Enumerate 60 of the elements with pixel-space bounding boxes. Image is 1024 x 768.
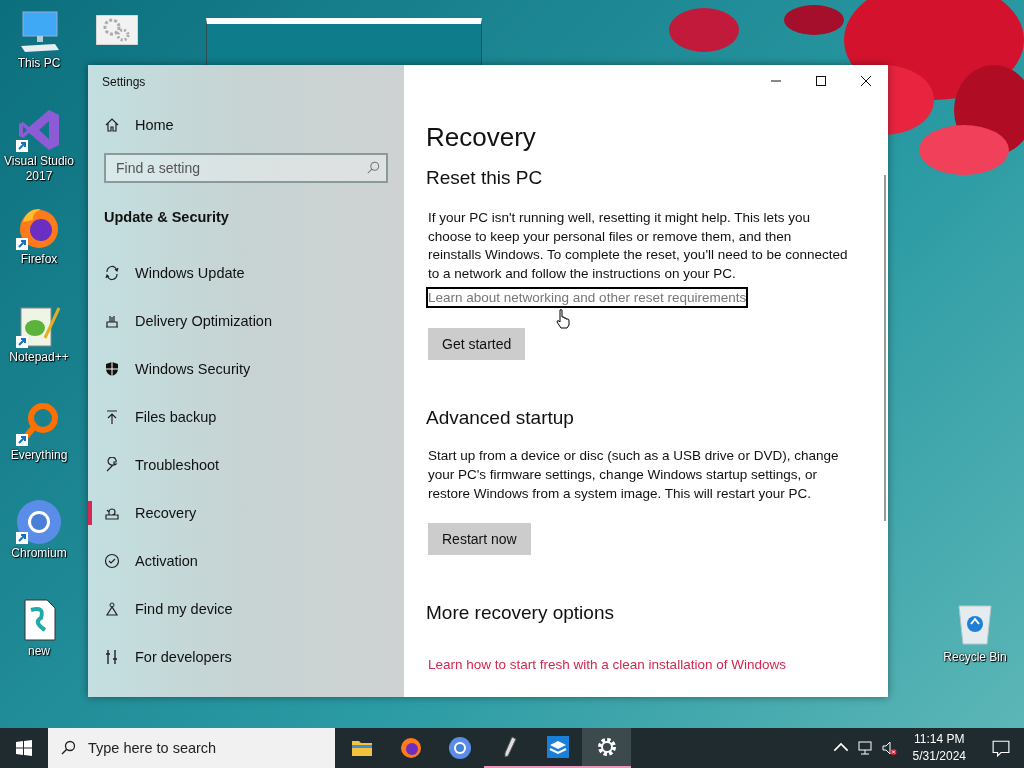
- scrollbar[interactable]: [884, 175, 886, 521]
- network-icon[interactable]: [856, 740, 873, 756]
- nav-item[interactable]: Find my device: [88, 585, 388, 633]
- link[interactable]: Learn how to start fresh with a clean installation of Windows: [428, 656, 786, 674]
- clock-time[interactable]: 11:14 PM: [914, 731, 965, 748]
- nav-item[interactable]: Windows Update: [88, 249, 388, 297]
- cube-icon: [545, 735, 570, 759]
- section-heading: Reset this PC: [426, 167, 543, 189]
- hand-cursor-icon: [556, 309, 570, 329]
- section-heading: Advanced startup: [426, 407, 574, 430]
- search-icon: [60, 740, 76, 756]
- nav-item[interactable]: For developers: [88, 633, 388, 681]
- icon-label: Notepad++: [9, 350, 69, 365]
- person-icon: [104, 601, 120, 617]
- wrench-icon: [104, 457, 120, 473]
- home-icon: [104, 117, 120, 133]
- recovery-icon: [104, 505, 120, 521]
- nav-item[interactable]: Activation: [88, 537, 388, 585]
- icon-label: This PC: [17, 56, 61, 71]
- icon-label: Visual Studio 2017: [3, 154, 75, 184]
- sync-icon: [104, 265, 120, 281]
- close-icon[interactable]: [860, 75, 872, 87]
- chromium-icon[interactable]: [15, 498, 63, 546]
- windows-logo-icon[interactable]: [16, 740, 32, 756]
- description-text: If your PC isn't running well, resetting it might help. This lets you choose to keep your personal files or remove them, and then reinstalls Windows. To complete the reset, you'll need to be connected to a network and follow the instructions on your PC.: [428, 209, 848, 283]
- fox-globe-icon: [398, 736, 423, 760]
- shield-icon: [104, 361, 120, 377]
- maximize-icon[interactable]: [815, 75, 827, 87]
- taskbar-button[interactable]: [582, 728, 631, 768]
- link[interactable]: Learn about networking and other reset requirements: [426, 287, 749, 309]
- icon-label: new: [28, 644, 50, 659]
- check-icon: [104, 553, 120, 569]
- page-title: Recovery: [426, 122, 537, 153]
- delivery-icon: [104, 313, 120, 329]
- icon-label: Chromium: [11, 546, 67, 561]
- clock-date[interactable]: 5/31/2024: [912, 748, 966, 765]
- action-button[interactable]: Get started: [428, 328, 526, 361]
- search-field[interactable]: Type here to search: [48, 728, 335, 768]
- notification-icon[interactable]: [992, 739, 1010, 757]
- tools-icon: [104, 649, 120, 665]
- nav-item[interactable]: Windows Security: [88, 345, 388, 393]
- description-text: Start up from a device or disc (such as a USB drive or DVD), change your PC's firmware settings, change Windows startup settings, or restore Windows from a system image. This will restart your PC.: [428, 447, 840, 503]
- nav-item[interactable]: Files backup: [88, 393, 388, 441]
- action-button[interactable]: Restart now: [428, 523, 531, 556]
- icon-label: Everything: [10, 448, 68, 463]
- nav-item[interactable]: Delivery Optimization: [88, 297, 388, 345]
- nav-item[interactable]: Troubleshoot: [88, 441, 388, 489]
- nav-item[interactable]: Recovery: [88, 489, 388, 537]
- section-heading: More recovery options: [426, 602, 614, 625]
- section-heading: Update & Security: [104, 209, 230, 225]
- icon-label: Firefox: [20, 252, 58, 267]
- search-icon: [366, 161, 380, 175]
- muted-speaker-icon[interactable]: [880, 740, 897, 756]
- upload-icon: [104, 409, 120, 425]
- home-link[interactable]: Home: [104, 105, 388, 145]
- window-title: Settings: [102, 75, 147, 89]
- search-field[interactable]: Find a setting: [104, 153, 388, 183]
- icon-label: Recycle Bin: [943, 650, 1007, 665]
- chromium-icon: [447, 736, 472, 760]
- recycle-bin-icon[interactable]: [955, 602, 995, 646]
